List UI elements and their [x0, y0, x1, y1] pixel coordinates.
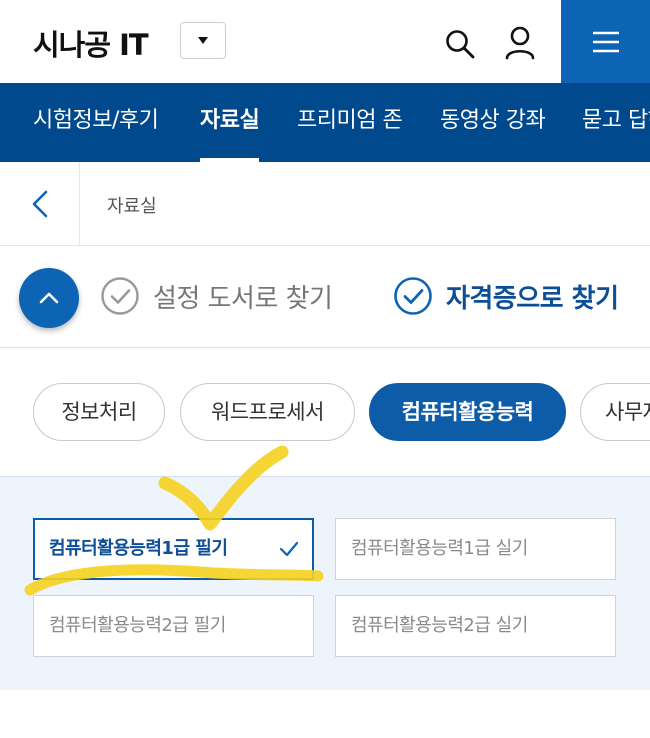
subcategory-level1-written[interactable]: 컴퓨터활용능력1급 필기 [33, 518, 314, 580]
site-dropdown-button[interactable] [180, 22, 226, 59]
site-logo[interactable]: 시나공 IT [33, 22, 149, 64]
category-chip-office-automation[interactable]: 사무자동화 [580, 383, 650, 441]
caret-down-icon [198, 37, 208, 44]
search-button[interactable] [442, 26, 478, 62]
category-chips: 정보처리 워드프로세서 컴퓨터활용능력 사무자동화 [0, 348, 650, 476]
search-mode-bar: 설정 도서로 찾기 자격증으로 찾기 [0, 246, 650, 348]
nav-item-resources[interactable]: 자료실 [200, 83, 260, 162]
search-by-certificate-option[interactable]: 자격증으로 찾기 [393, 274, 619, 318]
breadcrumb-current: 자료실 [107, 196, 157, 217]
search-by-book-option[interactable]: 설정 도서로 찾기 [100, 274, 333, 318]
subcategory-level1-practical[interactable]: 컴퓨터활용능력1급 실기 [335, 518, 616, 580]
search-icon [446, 30, 475, 59]
category-chip-computer-literacy[interactable]: 컴퓨터활용능력 [369, 383, 566, 441]
breadcrumb: 자료실 [0, 162, 650, 246]
subcategory-panel: 컴퓨터활용능력1급 필기 컴퓨터활용능력1급 실기 컴퓨터활용능력2급 필기 컴… [0, 476, 650, 690]
category-chip-word-processor[interactable]: 워드프로세서 [180, 383, 355, 441]
back-button[interactable] [0, 162, 80, 245]
user-account-button[interactable] [502, 24, 538, 62]
collapse-button[interactable] [19, 268, 79, 328]
nav-item-premium-zone[interactable]: 프리미엄 존 [297, 83, 403, 162]
search-by-book-label: 설정 도서로 찾기 [153, 283, 333, 314]
chevron-up-icon [39, 292, 59, 304]
search-by-certificate-label: 자격증으로 찾기 [446, 283, 619, 314]
nav-item-video-lectures[interactable]: 동영상 강좌 [440, 83, 546, 162]
category-chip-info-processing[interactable]: 정보처리 [33, 383, 165, 441]
subcategory-label: 컴퓨터활용능력1급 필기 [49, 538, 228, 559]
header: 시나공 IT [0, 0, 650, 83]
user-icon [505, 26, 535, 60]
checkmark-icon [279, 541, 299, 557]
check-circle-icon [394, 277, 432, 315]
subcategory-level2-practical[interactable]: 컴퓨터활용능력2급 실기 [335, 595, 616, 657]
nav-item-exam-info[interactable]: 시험정보/후기 [33, 83, 159, 162]
main-nav: 시험정보/후기 자료실 프리미엄 존 동영상 강좌 묻고 답하기 [0, 83, 650, 162]
chevron-left-icon [32, 190, 47, 217]
nav-item-qna[interactable]: 묻고 답하기 [582, 83, 650, 162]
hamburger-menu-icon [592, 31, 619, 52]
check-circle-icon [101, 277, 139, 315]
menu-button[interactable] [561, 0, 650, 83]
subcategory-level2-written[interactable]: 컴퓨터활용능력2급 필기 [33, 595, 314, 657]
content-area [0, 690, 650, 738]
